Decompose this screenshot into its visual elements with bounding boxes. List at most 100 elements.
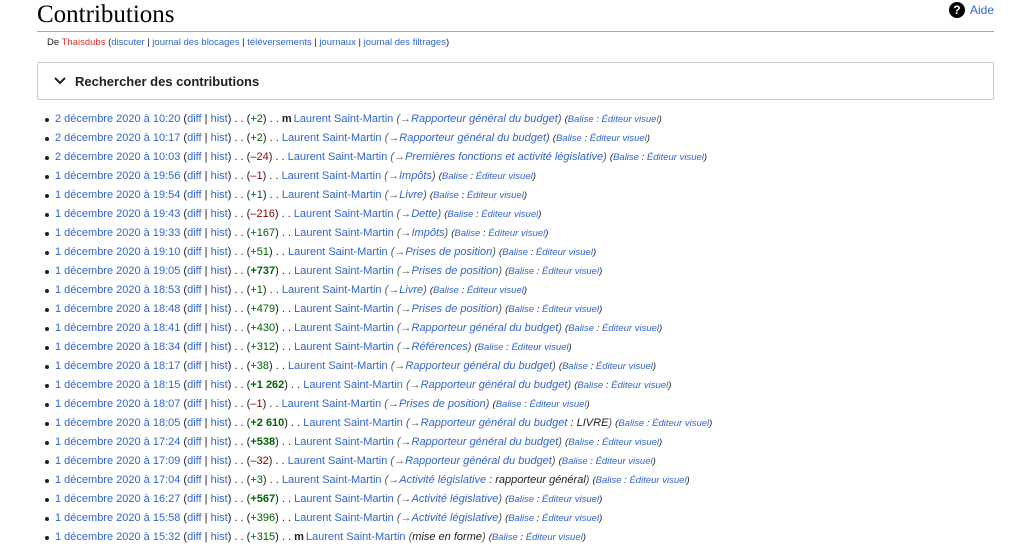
revision-date-link[interactable]: 1 décembre 2020 à 19:33 [55, 227, 180, 239]
tag-value-link[interactable]: Éditeur visuel [488, 228, 545, 239]
diff-link[interactable]: diff [187, 398, 201, 410]
tag-value-link[interactable]: Éditeur visuel [467, 190, 524, 201]
section-link[interactable]: →Impôts [388, 170, 432, 182]
section-link[interactable]: →Références [401, 341, 468, 353]
hist-link[interactable]: hist [211, 246, 228, 258]
tag-value-link[interactable]: Éditeur visuel [596, 456, 653, 467]
page-link[interactable]: Laurent Saint-Martin [294, 303, 394, 315]
section-link[interactable]: →Rapporteur général du budget [401, 322, 559, 334]
diff-link[interactable]: diff [187, 322, 201, 334]
revision-date-link[interactable]: 1 décembre 2020 à 18:53 [55, 284, 180, 296]
search-contributions-panel[interactable]: Rechercher des contributions [37, 62, 994, 100]
revision-date-link[interactable]: 1 décembre 2020 à 18:17 [55, 360, 180, 372]
tag-label-link[interactable]: Balise [508, 266, 534, 277]
hist-link[interactable]: hist [211, 284, 228, 296]
tag-label-link[interactable]: Balise [613, 152, 639, 163]
hist-link[interactable]: hist [211, 379, 228, 391]
tag-value-link[interactable]: Éditeur visuel [542, 304, 599, 315]
revision-date-link[interactable]: 1 décembre 2020 à 18:48 [55, 303, 180, 315]
revision-date-link[interactable]: 1 décembre 2020 à 17:24 [55, 436, 180, 448]
tag-value-link[interactable]: Éditeur visuel [467, 285, 524, 296]
hist-link[interactable]: hist [211, 436, 228, 448]
diff-link[interactable]: diff [187, 493, 201, 505]
tag-label-link[interactable]: Balise [433, 190, 459, 201]
chevron-down-icon[interactable] [45, 63, 75, 99]
tag-label-link[interactable]: Balise [618, 418, 644, 429]
section-link[interactable]: →Prises de position [388, 398, 486, 410]
revision-date-link[interactable]: 1 décembre 2020 à 18:41 [55, 322, 180, 334]
hist-link[interactable]: hist [211, 208, 228, 220]
page-link[interactable]: Laurent Saint-Martin [294, 512, 394, 524]
hist-link[interactable]: hist [211, 474, 228, 486]
diff-link[interactable]: diff [187, 436, 201, 448]
hist-link[interactable]: hist [211, 151, 228, 163]
section-link[interactable]: →Livre [388, 284, 423, 296]
hist-link[interactable]: hist [211, 531, 228, 543]
hist-link[interactable]: hist [211, 170, 228, 182]
hist-link[interactable]: hist [211, 265, 228, 277]
hist-link[interactable]: hist [211, 455, 228, 467]
revision-date-link[interactable]: 1 décembre 2020 à 19:10 [55, 246, 180, 258]
talk-link[interactable]: discuter [111, 37, 144, 48]
tag-label-link[interactable]: Balise [508, 513, 534, 524]
tag-value-link[interactable]: Éditeur visuel [511, 342, 568, 353]
uploads-link[interactable]: téléversements [247, 37, 311, 48]
block-log-link[interactable]: journal des blocages [152, 37, 239, 48]
revision-date-link[interactable]: 1 décembre 2020 à 18:34 [55, 341, 180, 353]
tag-value-link[interactable]: Éditeur visuel [590, 133, 647, 144]
revision-date-link[interactable]: 1 décembre 2020 à 19:54 [55, 189, 180, 201]
revision-date-link[interactable]: 1 décembre 2020 à 18:15 [55, 379, 180, 391]
diff-link[interactable]: diff [187, 360, 201, 372]
section-link[interactable]: →Prises de position [401, 303, 499, 315]
hist-link[interactable]: hist [211, 512, 228, 524]
revision-date-link[interactable]: 1 décembre 2020 à 15:58 [55, 512, 180, 524]
tag-value-link[interactable]: Éditeur visuel [602, 323, 659, 334]
revision-date-link[interactable]: 2 décembre 2020 à 10:20 [55, 113, 180, 125]
revision-date-link[interactable]: 1 décembre 2020 à 15:32 [55, 531, 180, 543]
diff-link[interactable]: diff [187, 227, 201, 239]
tag-value-link[interactable]: Éditeur visuel [530, 399, 587, 410]
page-link[interactable]: Laurent Saint-Martin [282, 189, 382, 201]
section-link[interactable]: →Livre [388, 189, 423, 201]
section-link[interactable]: →Activité législative [388, 474, 486, 486]
tag-label-link[interactable]: Balise [562, 361, 588, 372]
tag-label-link[interactable]: Balise [562, 456, 588, 467]
tag-label-link[interactable]: Balise [502, 247, 528, 258]
revision-date-link[interactable]: 1 décembre 2020 à 19:43 [55, 208, 180, 220]
revision-date-link[interactable]: 1 décembre 2020 à 19:05 [55, 265, 180, 277]
section-link[interactable]: →Rapporteur général du budget [410, 417, 568, 429]
diff-link[interactable]: diff [187, 341, 201, 353]
page-link[interactable]: Laurent Saint-Martin [282, 132, 382, 144]
user-link[interactable]: Thaisdubs [62, 37, 106, 48]
diff-link[interactable]: diff [187, 151, 201, 163]
revision-date-link[interactable]: 1 décembre 2020 à 17:09 [55, 455, 180, 467]
tag-label-link[interactable]: Balise [454, 228, 480, 239]
tag-value-link[interactable]: Éditeur visuel [476, 171, 533, 182]
revision-date-link[interactable]: 1 décembre 2020 à 18:05 [55, 417, 180, 429]
tag-label-link[interactable]: Balise [508, 494, 534, 505]
section-link[interactable]: →Rapporteur général du budget [410, 379, 568, 391]
diff-link[interactable]: diff [187, 246, 201, 258]
hist-link[interactable]: hist [211, 113, 228, 125]
tag-value-link[interactable]: Éditeur visuel [629, 475, 686, 486]
diff-link[interactable]: diff [187, 512, 201, 524]
section-link[interactable]: →Activité législative [401, 493, 499, 505]
tag-value-link[interactable]: Éditeur visuel [542, 513, 599, 524]
section-link[interactable]: →Impôts [401, 227, 445, 239]
diff-link[interactable]: diff [187, 265, 201, 277]
diff-link[interactable]: diff [187, 531, 201, 543]
page-link[interactable]: Laurent Saint-Martin [294, 436, 394, 448]
tag-label-link[interactable]: Balise [556, 133, 582, 144]
tag-value-link[interactable]: Éditeur visuel [596, 361, 653, 372]
hist-link[interactable]: hist [211, 341, 228, 353]
diff-link[interactable]: diff [187, 455, 201, 467]
hist-link[interactable]: hist [211, 493, 228, 505]
section-link[interactable]: →Premières fonctions et activité législa… [394, 151, 603, 163]
section-link[interactable]: →Rapporteur général du budget [401, 436, 559, 448]
tag-label-link[interactable]: Balise [568, 437, 594, 448]
diff-link[interactable]: diff [187, 303, 201, 315]
tag-value-link[interactable]: Éditeur visuel [481, 209, 538, 220]
hist-link[interactable]: hist [211, 303, 228, 315]
page-link[interactable]: Laurent Saint-Martin [294, 322, 394, 334]
diff-link[interactable]: diff [187, 417, 201, 429]
